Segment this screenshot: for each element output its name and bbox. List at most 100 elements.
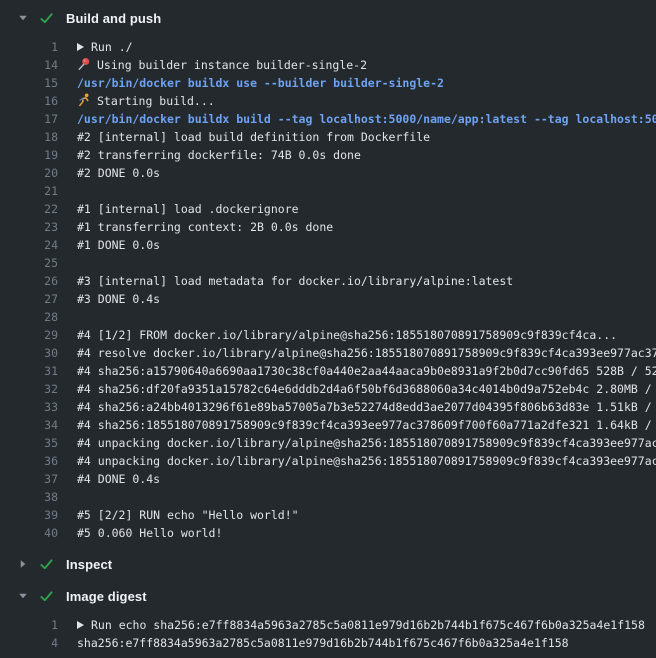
line-number[interactable]: 27	[0, 290, 58, 308]
log-row: 33 #4 sha256:a24bb4013296f61e89ba57005a7b…	[0, 398, 656, 416]
log-group-header-inspect[interactable]: Inspect	[0, 552, 656, 576]
log-lines: 1 Run echo sha256:e7ff8834a5963a2785c5a08…	[0, 616, 656, 652]
line-number[interactable]: 14	[0, 56, 58, 74]
log-row: 38	[0, 488, 656, 506]
check-icon	[39, 11, 54, 26]
line-number[interactable]: 19	[0, 146, 58, 164]
log-text: #4 sha256:a15790640a6690aa1730c38cf0a440…	[77, 362, 656, 380]
line-number[interactable]: 35	[0, 434, 58, 452]
log-text: #4 [1/2] FROM docker.io/library/alpine@s…	[77, 326, 617, 344]
log-text-content: Run ./	[91, 40, 133, 54]
log-group-image-digest: Image digest 1 Run echo sha256:e7ff8834a59…	[0, 584, 656, 652]
line-number[interactable]: 21	[0, 182, 58, 200]
log-text-content: #4 sha256:185518070891758909c9f839cf4ca3…	[77, 418, 656, 432]
log-text-content: /usr/bin/docker buildx use --builder bui…	[77, 76, 444, 90]
line-number[interactable]: 18	[0, 128, 58, 146]
line-number[interactable]: 1	[0, 38, 58, 56]
log-row: 32#4 sha256:df20fa9351a15782c64e6dddb2d4…	[0, 380, 656, 398]
log-row: 20 #2 DONE 0.0s	[0, 164, 656, 182]
runner-icon	[77, 93, 91, 107]
log-text-content: #4 sha256:a24bb4013296f61e89ba57005a7b3e…	[77, 400, 656, 414]
log-text-content: #4 sha256:a15790640a6690aa1730c38cf0a440…	[77, 364, 656, 378]
log-text: #3 DONE 0.4s	[77, 290, 160, 308]
log-group-header-image-digest[interactable]: Image digest	[0, 584, 656, 608]
log-group-inspect: Inspect	[0, 552, 656, 576]
check-icon	[39, 557, 54, 572]
log-text: #4 DONE 0.4s	[77, 470, 160, 488]
line-number[interactable]: 24	[0, 236, 58, 254]
log-text-content: #5 0.060 Hello world!	[77, 526, 222, 540]
log-text: #3 [internal] load metadata for docker.i…	[77, 272, 513, 290]
log-text-content: Run echo sha256:e7ff8834a5963a2785c5a081…	[91, 618, 645, 632]
line-number[interactable]: 26	[0, 272, 58, 290]
log-text: #5 [2/2] RUN echo "Hello world!"	[77, 506, 299, 524]
log-text-content: /usr/bin/docker buildx build --tag local…	[77, 112, 656, 126]
log-text-content: #4 unpacking docker.io/library/alpine@sh…	[77, 454, 656, 468]
line-number[interactable]: 31	[0, 362, 58, 380]
chevron-down-icon	[17, 590, 29, 602]
workflow-log-console: Build and push1Run ./14Using builder ins…	[0, 0, 656, 652]
log-text-content: Starting build...	[97, 94, 215, 108]
line-number[interactable]: 40	[0, 524, 58, 542]
line-number[interactable]: 30	[0, 344, 58, 362]
line-number[interactable]: 28	[0, 308, 58, 326]
log-text-content: #1 [internal] load .dockerignore	[77, 202, 299, 216]
line-number[interactable]: 34	[0, 416, 58, 434]
log-text: #4 sha256:a24bb4013296f61e89ba57005a7b3e…	[77, 398, 656, 416]
line-number[interactable]: 25	[0, 254, 58, 272]
log-text: sha256:e7ff8834a5963a2785c5a0811e979d16b…	[77, 634, 569, 652]
log-text-content: #2 [internal] load build definition from…	[77, 130, 430, 144]
log-text: #1 transferring context: 2B 0.0s done	[77, 218, 333, 236]
log-group-header-build-and-push[interactable]: Build and push	[0, 6, 656, 30]
check-icon	[39, 589, 54, 604]
line-number[interactable]: 37	[0, 470, 58, 488]
log-text: #4 unpacking docker.io/library/alpine@sh…	[77, 434, 656, 452]
log-row: 40 #5 0.060 Hello world!	[0, 524, 656, 542]
log-row: 22 #1 [internal] load .dockerignore	[0, 200, 656, 218]
log-row: 1 Run ./	[0, 38, 656, 56]
log-text-content: #1 transferring context: 2B 0.0s done	[77, 220, 333, 234]
chevron-right-icon	[17, 558, 29, 570]
log-row: 36 #4 unpacking docker.io/library/alpine@…	[0, 452, 656, 470]
log-row: 30 #4 resolve docker.io/library/alpine@sh…	[0, 344, 656, 362]
log-row: 16 Starting build...	[0, 92, 656, 110]
log-text: #2 [internal] load build definition from…	[77, 128, 430, 146]
line-number[interactable]: 39	[0, 506, 58, 524]
log-row: 4 sha256:e7ff8834a5963a2785c5a0811e979d16…	[0, 634, 656, 652]
log-row: 37 #4 DONE 0.4s	[0, 470, 656, 488]
line-number[interactable]: 16	[0, 92, 58, 110]
log-text: Run echo sha256:e7ff8834a5963a2785c5a081…	[77, 616, 645, 634]
log-text-content: #3 DONE 0.4s	[77, 292, 160, 306]
log-row: 24 #1 DONE 0.0s	[0, 236, 656, 254]
line-number[interactable]: 36	[0, 452, 58, 470]
log-text: #5 0.060 Hello world!	[77, 524, 222, 542]
log-text: Using builder instance builder-single-2	[77, 56, 367, 74]
log-row: 18 #2 [internal] load build definition fr…	[0, 128, 656, 146]
log-row: 1 Run echo sha256:e7ff8834a5963a2785c5a08…	[0, 616, 656, 634]
log-text-content: #4 resolve docker.io/library/alpine@sha2…	[77, 346, 656, 360]
line-number[interactable]: 23	[0, 218, 58, 236]
line-number[interactable]: 22	[0, 200, 58, 218]
log-text: /usr/bin/docker buildx use --builder bui…	[77, 74, 444, 92]
log-row: 17/usr/bin/docker buildx build --tag loc…	[0, 110, 656, 128]
log-text: #4 sha256:185518070891758909c9f839cf4ca3…	[77, 416, 656, 434]
line-number[interactable]: 4	[0, 634, 58, 652]
log-row: 15/usr/bin/docker buildx use --builder b…	[0, 74, 656, 92]
log-text: /usr/bin/docker buildx build --tag local…	[77, 110, 656, 128]
log-text-content: #4 unpacking docker.io/library/alpine@sh…	[77, 436, 656, 450]
log-text-content: Using builder instance builder-single-2	[97, 58, 367, 72]
line-number[interactable]: 33	[0, 398, 58, 416]
run-caret-icon	[77, 621, 84, 629]
line-number[interactable]: 17	[0, 110, 58, 128]
line-number[interactable]: 20	[0, 164, 58, 182]
log-group-title: Image digest	[66, 589, 147, 604]
log-row: 26 #3 [internal] load metadata for docker…	[0, 272, 656, 290]
log-text-content: #2 DONE 0.0s	[77, 166, 160, 180]
line-number[interactable]: 38	[0, 488, 58, 506]
line-number[interactable]: 1	[0, 616, 58, 634]
log-text-content: #4 [1/2] FROM docker.io/library/alpine@s…	[77, 328, 617, 342]
log-text: #1 DONE 0.0s	[77, 236, 160, 254]
line-number[interactable]: 15	[0, 74, 58, 92]
line-number[interactable]: 29	[0, 326, 58, 344]
line-number[interactable]: 32	[0, 380, 58, 398]
